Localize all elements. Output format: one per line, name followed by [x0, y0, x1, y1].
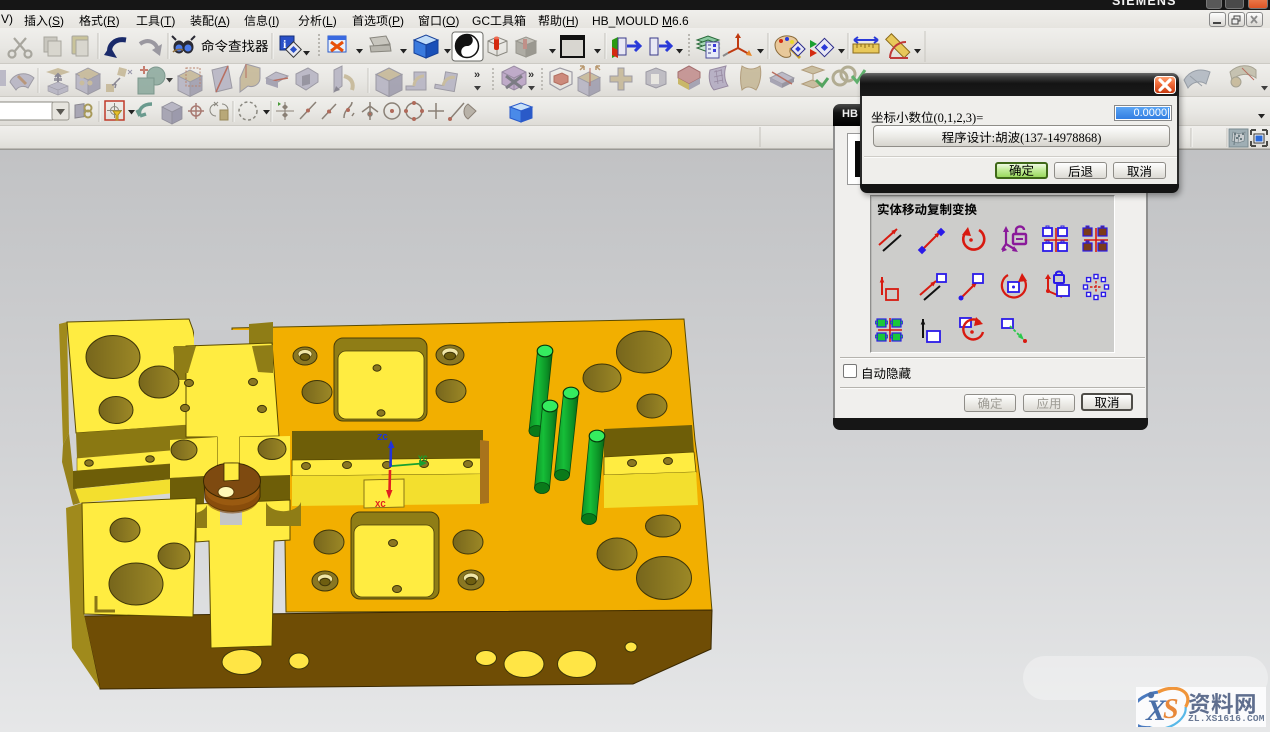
svg-text:S: S [1163, 694, 1179, 725]
svg-text:XC: XC [375, 500, 386, 510]
svg-text:»: » [474, 69, 480, 81]
svg-text:命令查找器: 命令查找器 [201, 35, 269, 55]
svg-text:»: » [528, 69, 534, 81]
svg-text:ZC: ZC [377, 433, 388, 443]
svg-text:YC: YC [418, 455, 428, 464]
